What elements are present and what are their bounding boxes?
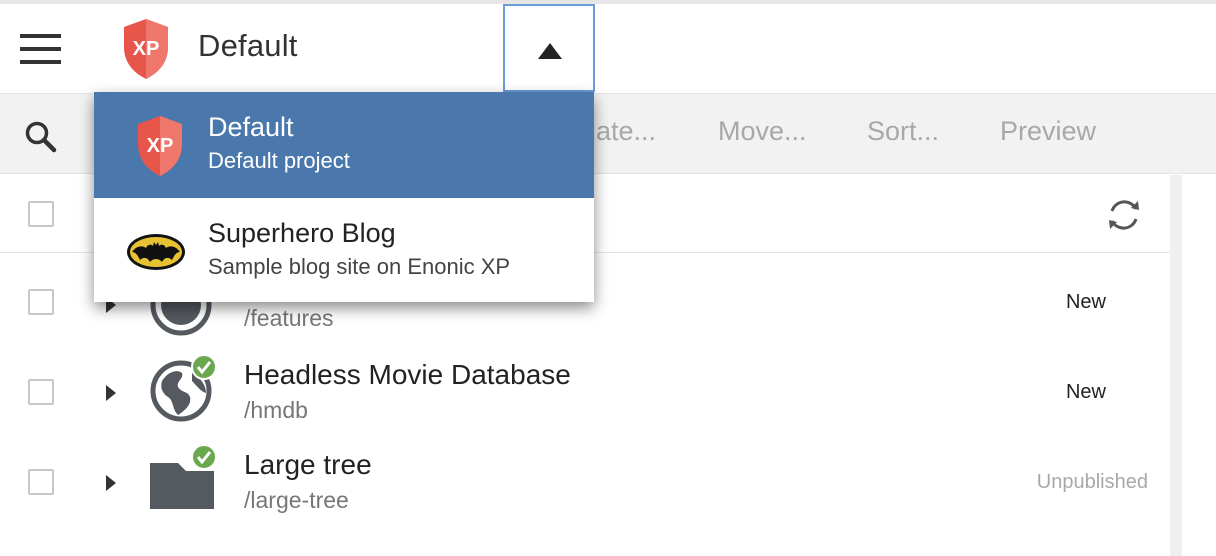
row-path: /hmdb: [244, 397, 308, 423]
project-option-superhero-blog[interactable]: Superhero Blog Sample blog site on Enoni…: [94, 198, 594, 304]
row-path: /features: [244, 305, 334, 331]
expand-arrow-icon[interactable]: [106, 475, 116, 491]
bat-logo-icon: [127, 234, 185, 270]
project-option-title: Superhero Blog: [208, 218, 396, 248]
globe-icon: [150, 354, 217, 422]
row-checkbox[interactable]: [28, 469, 54, 495]
svg-text:XP: XP: [133, 38, 160, 60]
xp-logo-icon: XP: [138, 116, 182, 176]
preview-button[interactable]: Preview: [1000, 116, 1096, 147]
folder-icon: [150, 444, 217, 509]
svg-text:XP: XP: [147, 135, 174, 157]
menu-icon[interactable]: [20, 34, 62, 66]
status-label: Unpublished: [1036, 471, 1148, 493]
row-title: Headless Movie Database: [244, 359, 571, 390]
table-row[interactable]: Headless Movie Database /hmdb New: [0, 347, 1170, 437]
project-option-subtitle: Sample blog site on Enonic XP: [208, 254, 511, 279]
status-label: New: [1065, 291, 1106, 313]
select-all-checkbox[interactable]: [28, 201, 54, 227]
row-checkbox[interactable]: [28, 289, 54, 315]
chevron-up-icon: [538, 43, 562, 59]
project-option-subtitle: Default project: [208, 148, 350, 173]
project-option-default[interactable]: XP Default Default project: [94, 92, 594, 198]
duplicate-button[interactable]: ate...: [596, 116, 656, 147]
search-icon[interactable]: [24, 120, 58, 154]
project-title: Default: [198, 28, 298, 63]
row-path: /large-tree: [244, 487, 349, 513]
status-label: New: [1065, 381, 1106, 403]
project-dropdown-toggle[interactable]: [503, 4, 595, 92]
sort-button[interactable]: Sort...: [867, 116, 939, 147]
xp-logo-icon: XP: [124, 19, 168, 79]
app-header: XP Default: [0, 4, 1216, 93]
project-selector-menu: XP Default Default project Superhero Blo…: [94, 92, 594, 302]
row-checkbox[interactable]: [28, 379, 54, 405]
project-option-title: Default: [208, 112, 294, 142]
refresh-icon[interactable]: [1104, 195, 1144, 235]
expand-arrow-icon[interactable]: [106, 385, 116, 401]
row-title: Large tree: [244, 449, 372, 480]
move-button[interactable]: Move...: [718, 116, 807, 147]
table-row[interactable]: Large tree /large-tree Unpublished: [0, 437, 1170, 527]
detail-panel-edge: [1170, 175, 1216, 556]
